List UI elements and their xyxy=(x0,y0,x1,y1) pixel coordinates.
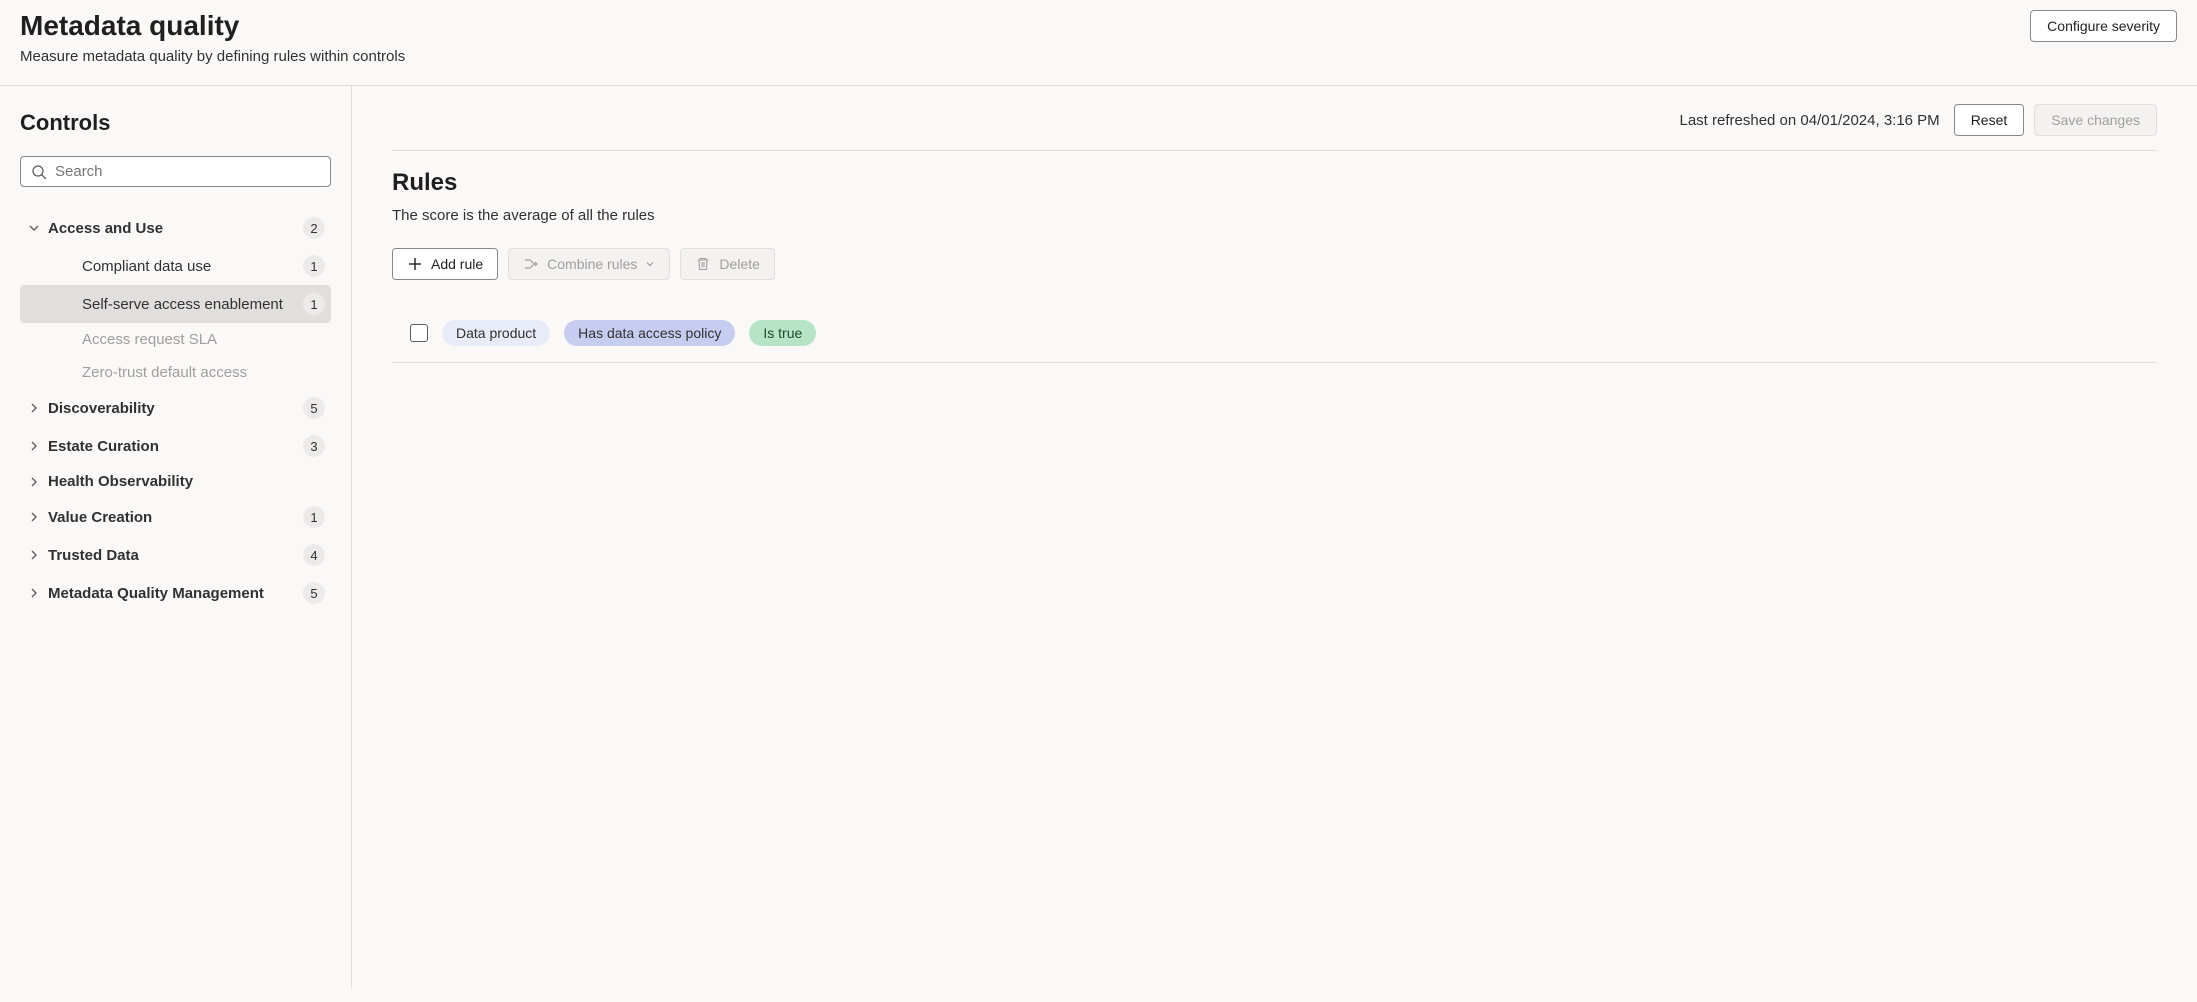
tree-group-label: Discoverability xyxy=(48,400,303,417)
tree-child-label: Compliant data use xyxy=(48,258,303,275)
tree-group-count: 5 xyxy=(303,582,325,604)
tree-child-label: Access request SLA xyxy=(48,331,325,348)
tree-group[interactable]: Value Creation1 xyxy=(20,498,331,536)
tree-group-count: 1 xyxy=(303,506,325,528)
tree-group-label: Trusted Data xyxy=(48,547,303,564)
tree-child[interactable]: Self-serve access enablement1 xyxy=(20,285,331,323)
tree-group-count: 2 xyxy=(303,217,325,239)
search-icon xyxy=(31,164,47,180)
rule-checkbox[interactable] xyxy=(410,324,428,342)
combine-rules-label: Combine rules xyxy=(547,256,637,272)
rule-row: Data product Has data access policy Is t… xyxy=(392,306,2157,363)
chevron-right-icon xyxy=(26,402,42,414)
tree-group-count: 4 xyxy=(303,544,325,566)
refreshed-timestamp: 04/01/2024, 3:16 PM xyxy=(1800,112,1939,129)
chevron-down-icon xyxy=(26,222,42,234)
chevron-right-icon xyxy=(26,440,42,452)
sidebar-title: Controls xyxy=(20,110,331,136)
tree-group[interactable]: Discoverability5 xyxy=(20,389,331,427)
sidebar: Controls Access and Use2Compliant data u… xyxy=(0,86,352,988)
delete-button[interactable]: Delete xyxy=(680,248,774,280)
delete-label: Delete xyxy=(719,256,759,272)
add-rule-button[interactable]: Add rule xyxy=(392,248,498,280)
trash-icon xyxy=(695,256,711,272)
tree-group[interactable]: Trusted Data4 xyxy=(20,536,331,574)
page-header: Metadata quality Measure metadata qualit… xyxy=(0,0,2197,86)
configure-severity-button[interactable]: Configure severity xyxy=(2030,10,2177,42)
tree-child-count: 1 xyxy=(303,293,325,315)
tree-child-label: Self-serve access enablement xyxy=(48,296,303,313)
rule-entity-pill: Data product xyxy=(442,320,550,346)
content-topbar: Last refreshed on 04/01/2024, 3:16 PM Re… xyxy=(392,104,2157,151)
chevron-right-icon xyxy=(26,476,42,488)
header-left: Metadata quality Measure metadata qualit… xyxy=(20,10,2030,65)
rules-title: Rules xyxy=(392,169,2157,197)
plus-icon xyxy=(407,256,423,272)
rules-section: Rules The score is the average of all th… xyxy=(392,169,2157,363)
tree-group[interactable]: Metadata Quality Management5 xyxy=(20,574,331,612)
tree-child-count: 1 xyxy=(303,255,325,277)
refreshed-prefix: Last refreshed on xyxy=(1679,112,1800,129)
tree-group-count: 3 xyxy=(303,435,325,457)
merge-icon xyxy=(523,256,539,272)
combine-rules-button[interactable]: Combine rules xyxy=(508,248,670,280)
tree-group-label: Health Observability xyxy=(48,473,325,490)
page-title: Metadata quality xyxy=(20,10,2030,42)
tree-child-label: Zero-trust default access xyxy=(48,364,325,381)
tree-group-label: Estate Curation xyxy=(48,438,303,455)
content-area: Last refreshed on 04/01/2024, 3:16 PM Re… xyxy=(352,86,2197,988)
rule-condition-pill: Has data access policy xyxy=(564,320,735,346)
rules-actions: Add rule Combine rules xyxy=(392,248,2157,280)
tree-child[interactable]: Access request SLA xyxy=(20,323,331,356)
tree-group-label: Access and Use xyxy=(48,220,303,237)
page-subtitle: Measure metadata quality by defining rul… xyxy=(20,48,2030,65)
add-rule-label: Add rule xyxy=(431,256,483,272)
save-changes-button[interactable]: Save changes xyxy=(2034,104,2157,136)
controls-tree: Access and Use2Compliant data use1Self-s… xyxy=(20,209,331,612)
tree-group[interactable]: Estate Curation3 xyxy=(20,427,331,465)
search-input[interactable] xyxy=(55,163,320,180)
tree-child[interactable]: Compliant data use1 xyxy=(20,247,331,285)
rules-list: Data product Has data access policy Is t… xyxy=(392,306,2157,363)
tree-group-label: Metadata Quality Management xyxy=(48,585,303,602)
rules-description: The score is the average of all the rule… xyxy=(392,207,2157,224)
last-refreshed-text: Last refreshed on 04/01/2024, 3:16 PM xyxy=(1679,112,1939,129)
tree-child[interactable]: Zero-trust default access xyxy=(20,356,331,389)
chevron-right-icon xyxy=(26,511,42,523)
tree-group[interactable]: Health Observability xyxy=(20,465,331,498)
rule-value-pill: Is true xyxy=(749,320,816,346)
main-layout: Controls Access and Use2Compliant data u… xyxy=(0,86,2197,988)
chevron-right-icon xyxy=(26,549,42,561)
chevron-down-icon xyxy=(645,259,655,269)
tree-group-label: Value Creation xyxy=(48,509,303,526)
reset-button[interactable]: Reset xyxy=(1954,104,2025,136)
tree-group-count: 5 xyxy=(303,397,325,419)
tree-group[interactable]: Access and Use2 xyxy=(20,209,331,247)
search-box[interactable] xyxy=(20,156,331,187)
chevron-right-icon xyxy=(26,587,42,599)
